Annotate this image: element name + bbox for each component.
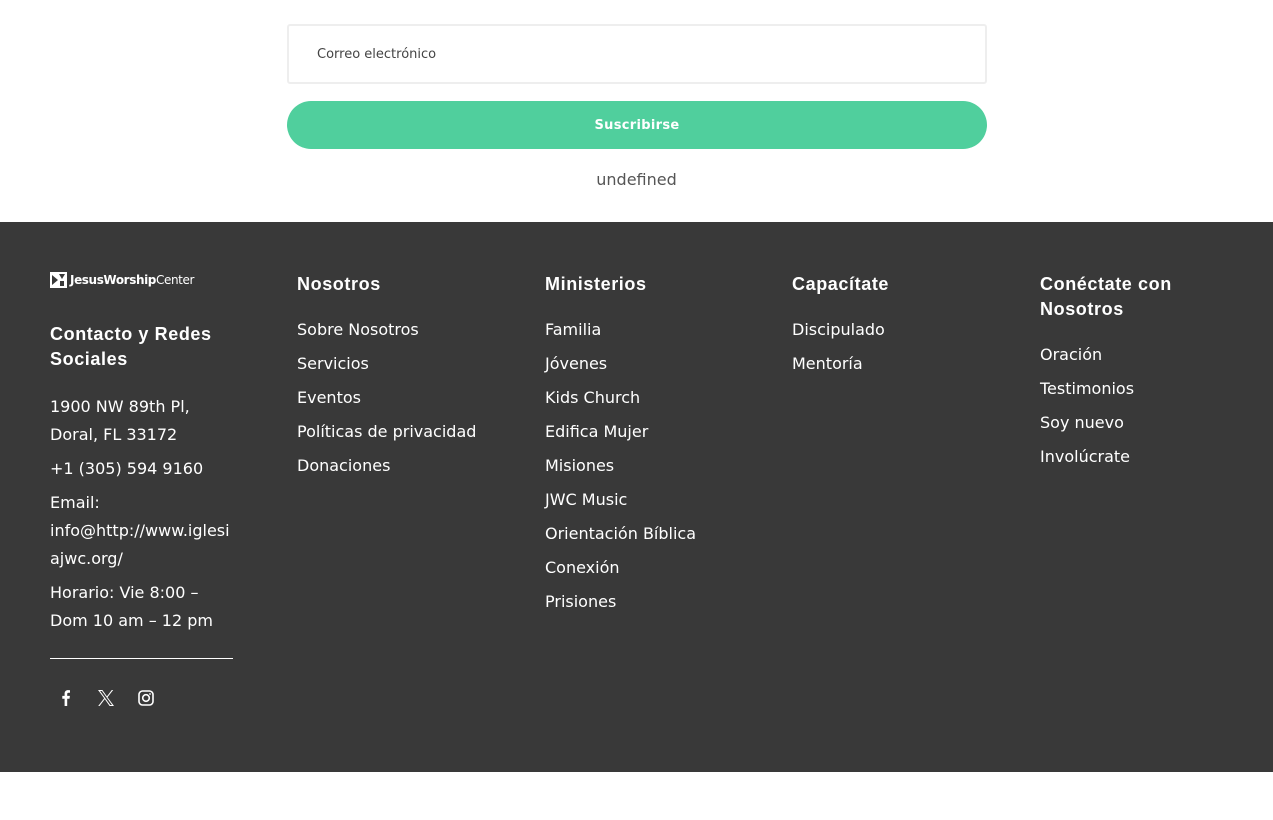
nosotros-heading: Nosotros xyxy=(297,274,381,294)
nosotros-links: Sobre Nosotros Servicios Eventos Polític… xyxy=(297,318,476,488)
contact-email: Email: info@http://www.iglesiajwc.org/ xyxy=(50,489,234,573)
footer-link[interactable]: Kids Church xyxy=(545,386,696,420)
footer-link[interactable]: Mentoría xyxy=(792,352,885,386)
footer-link[interactable]: Eventos xyxy=(297,386,476,420)
subscribe-button[interactable]: Suscribirse xyxy=(287,101,987,149)
footer-link[interactable]: Servicios xyxy=(297,352,476,386)
social-links xyxy=(50,682,170,714)
facebook-icon xyxy=(62,690,70,706)
conectate-heading: Conéctate con Nosotros xyxy=(1040,274,1172,319)
contact-phone[interactable]: +1 (305) 594 9160 xyxy=(50,455,234,483)
footer-link[interactable]: Sobre Nosotros xyxy=(297,318,476,352)
footer-link[interactable]: Donaciones xyxy=(297,454,476,488)
footer-link[interactable]: Involúcrate xyxy=(1040,445,1134,479)
ministerios-links: Familia Jóvenes Kids Church Edifica Muje… xyxy=(545,318,696,624)
capacitate-heading: Capacítate xyxy=(792,274,890,294)
footer-link[interactable]: Prisiones xyxy=(545,590,696,624)
x-twitter-link[interactable] xyxy=(90,682,122,714)
contact-email-link[interactable]: info@http://www.iglesiajwc.org/ xyxy=(50,521,230,568)
instagram-icon xyxy=(138,690,154,706)
jwc-logo-icon xyxy=(50,272,67,288)
footer-link[interactable]: Orientación Bíblica xyxy=(545,522,696,556)
facebook-link[interactable] xyxy=(50,682,82,714)
ministerios-heading: Ministerios xyxy=(545,274,647,294)
footer-link[interactable]: Edifica Mujer xyxy=(545,420,696,454)
footer-link[interactable]: JWC Music xyxy=(545,488,696,522)
contact-address: 1900 NW 89th Pl, Doral, FL 33172 xyxy=(50,397,190,444)
site-footer: JesusWorshipCenter Contacto y Redes Soci… xyxy=(0,222,1273,772)
footer-link[interactable]: Testimonios xyxy=(1040,377,1134,411)
capacitate-links: Discipulado Mentoría xyxy=(792,318,885,386)
footer-link[interactable]: Conexión xyxy=(545,556,696,590)
footer-link[interactable]: Jóvenes xyxy=(545,352,696,386)
contact-email-label: Email: xyxy=(50,493,100,512)
footer-link[interactable]: Misiones xyxy=(545,454,696,488)
footer-link[interactable]: Oración xyxy=(1040,343,1134,377)
conectate-links: Oración Testimonios Soy nuevo Involúcrat… xyxy=(1040,343,1134,479)
contact-divider xyxy=(50,658,233,659)
x-twitter-icon xyxy=(98,690,114,706)
contact-info: 1900 NW 89th Pl, Doral, FL 33172 +1 (305… xyxy=(50,393,234,641)
contact-heading: Contacto y Redes Sociales xyxy=(50,324,212,369)
newsletter-section: Suscribirse undefined xyxy=(0,0,1273,222)
email-input[interactable] xyxy=(287,24,987,84)
subscribe-result-message: undefined xyxy=(596,170,677,189)
footer-link[interactable]: Discipulado xyxy=(792,318,885,352)
logo-wordmark: JesusWorshipCenter xyxy=(70,273,194,287)
footer-link[interactable]: Soy nuevo xyxy=(1040,411,1134,445)
contact-hours: Horario: Vie 8:00 – Dom 10 am – 12 pm xyxy=(50,583,213,630)
site-logo[interactable]: JesusWorshipCenter xyxy=(50,272,194,288)
instagram-link[interactable] xyxy=(130,682,162,714)
footer-link[interactable]: Familia xyxy=(545,318,696,352)
footer-link[interactable]: Políticas de privacidad xyxy=(297,420,476,454)
